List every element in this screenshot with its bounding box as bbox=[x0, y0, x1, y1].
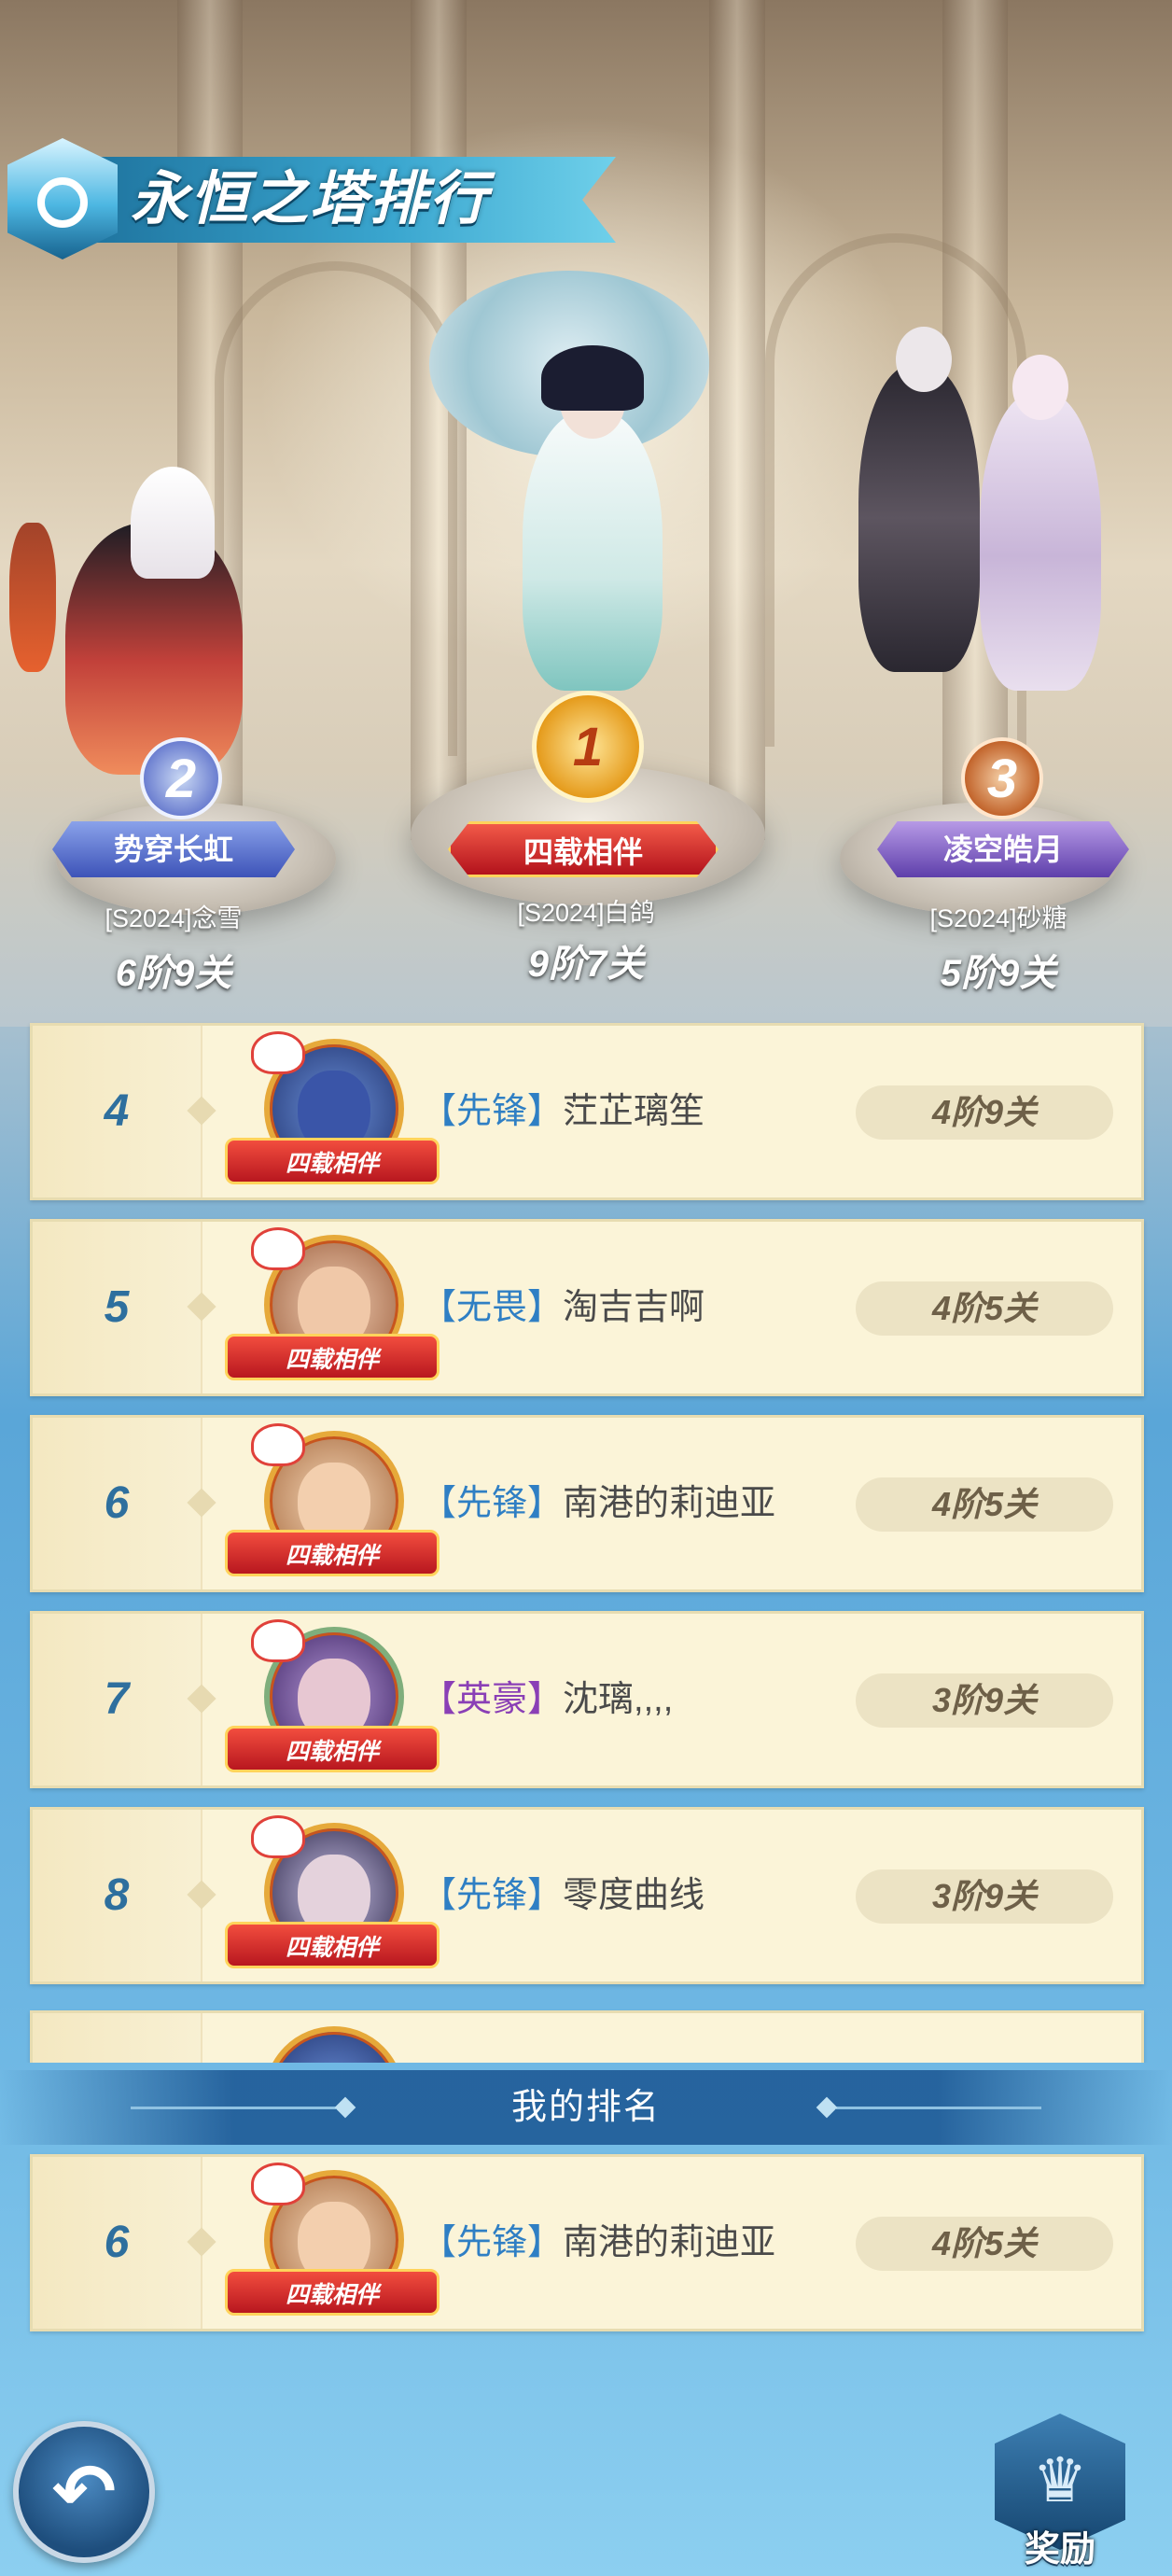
podium-badge-2: 势穿长虹 bbox=[52, 821, 295, 877]
player-name: 【英豪】沈璃,,,, bbox=[421, 1680, 674, 1719]
player-name: 【先锋】南港的莉迪亚 bbox=[421, 1484, 776, 1523]
avatar-frame-banner: 四载相伴 bbox=[225, 1530, 440, 1576]
reward-label[interactable]: 奖励 bbox=[995, 2520, 1125, 2571]
rank-column bbox=[33, 2013, 202, 2063]
back-button[interactable]: ↶ bbox=[13, 2421, 155, 2563]
player-name: 【先锋】茳芷璃笙 bbox=[421, 1092, 705, 1131]
silver-medal-icon: 2 bbox=[140, 737, 222, 819]
guild-tag: 【先锋】 bbox=[421, 1484, 564, 1523]
rank-number: 7 bbox=[104, 1674, 130, 1724]
guild-tag: 【先锋】 bbox=[421, 2223, 564, 2262]
player-avatar[interactable] bbox=[264, 2026, 404, 2063]
ranking-row[interactable]: 5 四载相伴 【无畏】淘吉吉啊 4阶5关 bbox=[30, 1219, 1144, 1396]
player-name: 【先锋】南港的莉迪亚 bbox=[421, 2223, 776, 2262]
podium-player-1[interactable]: [S2024]白鸽 bbox=[418, 892, 754, 929]
ranking-row[interactable]: 6 四载相伴 【先锋】南港的莉迪亚 4阶5关 bbox=[30, 1415, 1144, 1592]
rank-number: 6 bbox=[104, 1478, 130, 1528]
lion-dance-icon bbox=[251, 1423, 305, 1466]
score-pill: 4阶5关 bbox=[856, 2217, 1113, 2271]
score-pill: 3阶9关 bbox=[856, 1869, 1113, 1924]
lion-dance-icon bbox=[251, 1227, 305, 1270]
rank-number: 4 bbox=[104, 1086, 130, 1136]
my-rank-row[interactable]: 6 四载相伴 【先锋】南港的莉迪亚 4阶5关 bbox=[30, 2154, 1144, 2331]
lion-dance-icon bbox=[251, 1815, 305, 1858]
podium-player-2[interactable]: [S2024]念雪 bbox=[6, 898, 342, 934]
podium-score-3: 5阶9关 bbox=[940, 953, 1057, 994]
avatar-frame-banner: 四载相伴 bbox=[225, 1922, 440, 1968]
gold-medal-icon: 1 bbox=[532, 691, 644, 803]
crown-icon: ♛ bbox=[1032, 2445, 1088, 2514]
avatar-frame-banner: 四载相伴 bbox=[225, 1138, 440, 1184]
score-pill: 4阶5关 bbox=[856, 1477, 1113, 1532]
lion-dance-icon bbox=[251, 2163, 305, 2205]
guild-tag: 【无畏】 bbox=[421, 1288, 564, 1327]
avatar-frame-banner: 四载相伴 bbox=[225, 1726, 440, 1772]
ranking-row[interactable]: 7 四载相伴 【英豪】沈璃,,,, 3阶9关 bbox=[30, 1611, 1144, 1788]
score-pill: 3阶9关 bbox=[856, 1673, 1113, 1728]
ranking-row[interactable]: 8 四载相伴 【先锋】零度曲线 3阶9关 bbox=[30, 1807, 1144, 1984]
rank-number: 6 bbox=[104, 2218, 130, 2267]
podium-score-2: 6阶9关 bbox=[115, 953, 232, 994]
guild-tag: 【先锋】 bbox=[421, 1092, 564, 1131]
player-name: 【无畏】淘吉吉啊 bbox=[421, 1288, 705, 1327]
player-name: 【先锋】零度曲线 bbox=[421, 1876, 705, 1915]
hall-pillar bbox=[709, 0, 765, 840]
ranking-list[interactable]: 4 四载相伴 【先锋】茳芷璃笙 4阶9关 5 四载相伴 【无畏】淘吉吉啊 4阶5… bbox=[0, 1017, 1172, 2063]
podium-score-1: 9阶7关 bbox=[527, 944, 645, 985]
lion-dance-icon bbox=[251, 1619, 305, 1662]
guild-tag: 【先锋】 bbox=[421, 1876, 564, 1915]
score-pill: 4阶5关 bbox=[856, 1281, 1113, 1336]
back-arrow-icon: ↶ bbox=[51, 2449, 117, 2535]
tower-emblem-ring bbox=[37, 177, 88, 228]
page-title: 永恒之塔排行 bbox=[131, 167, 490, 231]
guild-tag: 【英豪】 bbox=[421, 1680, 564, 1719]
rank-number: 8 bbox=[104, 1870, 130, 1920]
bronze-medal-icon: 3 bbox=[961, 737, 1043, 819]
podium-badge-3: 凌空皓月 bbox=[877, 821, 1129, 877]
ranking-row[interactable]: 4 四载相伴 【先锋】茳芷璃笙 4阶9关 bbox=[30, 1023, 1144, 1200]
score-pill: 4阶9关 bbox=[856, 1085, 1113, 1140]
podium-player-3[interactable]: [S2024]砂糖 bbox=[830, 898, 1166, 934]
lion-dance-icon bbox=[251, 1031, 305, 1074]
rank-number: 5 bbox=[104, 1282, 130, 1332]
my-rank-label: 我的排名 bbox=[510, 2088, 661, 2127]
avatar-frame-banner: 四载相伴 bbox=[225, 2269, 440, 2316]
hall-arch bbox=[215, 261, 457, 756]
podium-badge-1: 四载相伴 bbox=[448, 821, 719, 877]
avatar-frame-banner: 四载相伴 bbox=[225, 1334, 440, 1380]
ranking-row-partial[interactable] bbox=[30, 2010, 1144, 2063]
